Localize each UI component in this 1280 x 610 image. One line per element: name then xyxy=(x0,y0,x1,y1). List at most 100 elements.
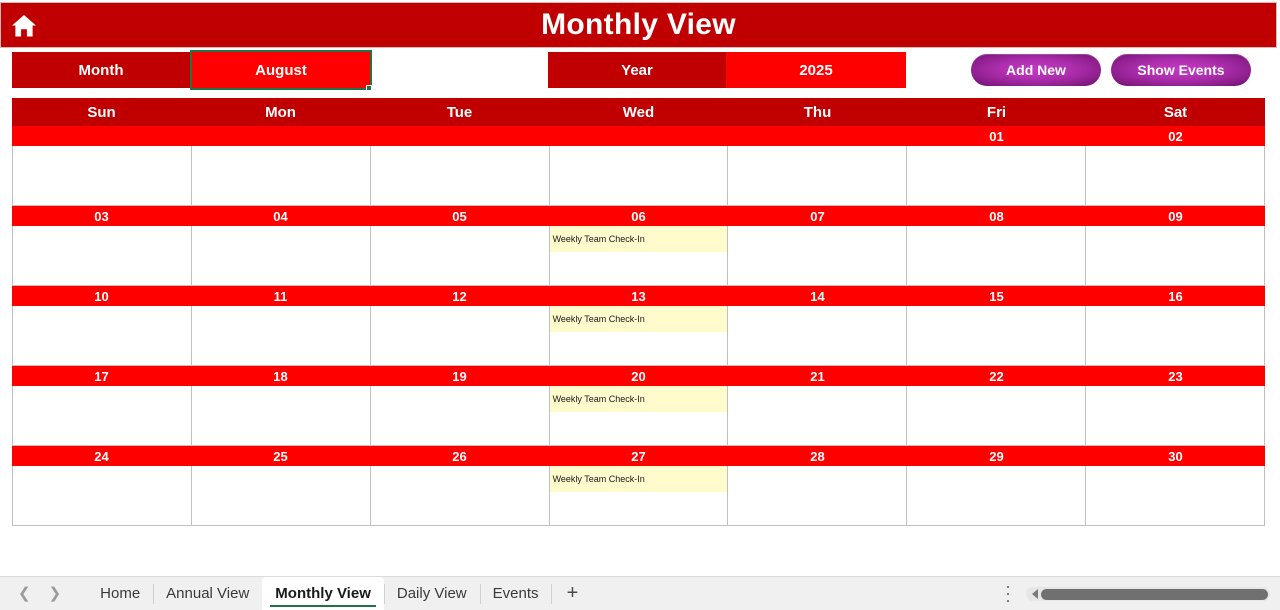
sheet-tab-events[interactable]: Events xyxy=(479,577,552,610)
year-value[interactable]: 2025 xyxy=(726,52,906,88)
day-cell[interactable] xyxy=(1085,466,1266,525)
day-cell[interactable] xyxy=(12,146,191,205)
date-number-20[interactable]: 20 xyxy=(549,366,728,386)
date-number-01[interactable]: 01 xyxy=(907,126,1086,146)
weekday-header-thu: Thu xyxy=(803,103,832,121)
day-cell[interactable] xyxy=(12,306,191,365)
day-cell[interactable] xyxy=(190,146,370,205)
weekday-header-sat: Sat xyxy=(1163,103,1188,121)
home-icon[interactable] xyxy=(7,9,41,43)
date-number-29[interactable]: 29 xyxy=(907,446,1086,466)
chevron-left-icon[interactable]: ❮ xyxy=(18,586,31,601)
date-number-02[interactable]: 02 xyxy=(1086,126,1265,146)
day-cell[interactable] xyxy=(12,386,191,445)
date-number-03[interactable]: 03 xyxy=(12,206,191,226)
sheet-tab-monthly-view[interactable]: Monthly View xyxy=(262,576,384,610)
day-cell[interactable]: Weekly Team Check-In xyxy=(548,386,728,445)
date-number-row: 01 02 xyxy=(12,126,1265,146)
date-number-23[interactable]: 23 xyxy=(1086,366,1265,386)
day-cell[interactable] xyxy=(727,466,906,525)
date-number-24[interactable]: 24 xyxy=(12,446,191,466)
event-item[interactable]: Weekly Team Check-In xyxy=(549,386,728,412)
date-number-15[interactable]: 15 xyxy=(907,286,1086,306)
add-sheet-button[interactable]: + xyxy=(551,577,593,610)
week-cells-row: Weekly Team Check-In xyxy=(12,306,1266,366)
day-cell[interactable] xyxy=(369,306,549,365)
week-cells-row xyxy=(12,146,1266,206)
date-number-10[interactable]: 10 xyxy=(12,286,191,306)
date-number-09[interactable]: 09 xyxy=(1086,206,1265,226)
date-number-06[interactable]: 06 xyxy=(549,206,728,226)
day-cell[interactable]: Weekly Team Check-In xyxy=(548,466,728,525)
date-number-26[interactable]: 26 xyxy=(370,446,549,466)
sheet-tab-annual-view[interactable]: Annual View xyxy=(153,577,262,610)
horizontal-scrollbar[interactable] xyxy=(1026,587,1270,601)
day-cell[interactable] xyxy=(1085,226,1266,285)
date-number-28[interactable]: 28 xyxy=(728,446,907,466)
month-label: Month xyxy=(12,52,190,88)
date-number-18[interactable]: 18 xyxy=(191,366,370,386)
date-number-12[interactable]: 12 xyxy=(370,286,549,306)
show-events-button[interactable]: Show Events xyxy=(1111,54,1251,86)
day-cell[interactable]: Weekly Team Check-In xyxy=(548,226,728,285)
chevron-right-icon[interactable]: ❯ xyxy=(49,586,62,601)
date-number-row: 03 04 05 06 07 08 09 xyxy=(12,206,1265,226)
month-select-cell[interactable]: August xyxy=(190,50,372,90)
weekday-header-mon: Mon xyxy=(265,103,296,121)
event-item[interactable]: Weekly Team Check-In xyxy=(549,226,728,252)
fill-handle[interactable] xyxy=(366,85,372,91)
day-cell[interactable] xyxy=(190,466,370,525)
day-cell[interactable] xyxy=(906,306,1085,365)
day-cell[interactable]: Weekly Team Check-In xyxy=(548,306,728,365)
add-new-button[interactable]: Add New xyxy=(971,54,1101,86)
day-cell[interactable] xyxy=(906,146,1085,205)
sheet-tab-daily-view[interactable]: Daily View xyxy=(383,577,480,610)
day-cell[interactable] xyxy=(727,226,906,285)
day-cell[interactable] xyxy=(190,386,370,445)
date-number-19[interactable]: 19 xyxy=(370,366,549,386)
date-number-25[interactable]: 25 xyxy=(191,446,370,466)
date-number-11[interactable]: 11 xyxy=(191,286,370,306)
date-number-04[interactable]: 04 xyxy=(191,206,370,226)
sheet-tab-home[interactable]: Home xyxy=(87,577,153,610)
date-number-empty xyxy=(191,126,370,146)
weekday-header-sun: Sun xyxy=(87,103,116,121)
day-cell[interactable] xyxy=(12,466,191,525)
day-cell[interactable] xyxy=(727,306,906,365)
date-number-22[interactable]: 22 xyxy=(907,366,1086,386)
day-cell[interactable] xyxy=(727,386,906,445)
date-number-empty xyxy=(370,126,549,146)
day-cell[interactable] xyxy=(1085,146,1266,205)
date-number-row: 17 18 19 20 21 22 23 xyxy=(12,366,1265,386)
day-cell[interactable] xyxy=(190,226,370,285)
day-cell[interactable] xyxy=(906,386,1085,445)
scrollbar-thumb[interactable] xyxy=(1041,588,1268,600)
date-number-14[interactable]: 14 xyxy=(728,286,907,306)
event-item[interactable]: Weekly Team Check-In xyxy=(549,306,728,332)
date-number-08[interactable]: 08 xyxy=(907,206,1086,226)
date-number-16[interactable]: 16 xyxy=(1086,286,1265,306)
date-number-13[interactable]: 13 xyxy=(549,286,728,306)
day-cell[interactable] xyxy=(369,466,549,525)
date-number-05[interactable]: 05 xyxy=(370,206,549,226)
day-cell[interactable] xyxy=(906,466,1085,525)
date-number-30[interactable]: 30 xyxy=(1086,446,1265,466)
day-cell[interactable] xyxy=(548,146,728,205)
title-bar: Monthly View xyxy=(0,2,1277,48)
day-cell[interactable] xyxy=(369,226,549,285)
date-number-17[interactable]: 17 xyxy=(12,366,191,386)
day-cell[interactable] xyxy=(1085,306,1266,365)
day-cell[interactable] xyxy=(727,146,906,205)
more-vertical-icon[interactable] xyxy=(1002,586,1014,602)
day-cell[interactable] xyxy=(369,146,549,205)
date-number-07[interactable]: 07 xyxy=(728,206,907,226)
day-cell[interactable] xyxy=(906,226,1085,285)
scroll-left-icon[interactable] xyxy=(1032,589,1038,599)
day-cell[interactable] xyxy=(190,306,370,365)
date-number-27[interactable]: 27 xyxy=(549,446,728,466)
day-cell[interactable] xyxy=(369,386,549,445)
date-number-21[interactable]: 21 xyxy=(728,366,907,386)
day-cell[interactable] xyxy=(12,226,191,285)
day-cell[interactable] xyxy=(1085,386,1266,445)
event-item[interactable]: Weekly Team Check-In xyxy=(549,466,728,492)
